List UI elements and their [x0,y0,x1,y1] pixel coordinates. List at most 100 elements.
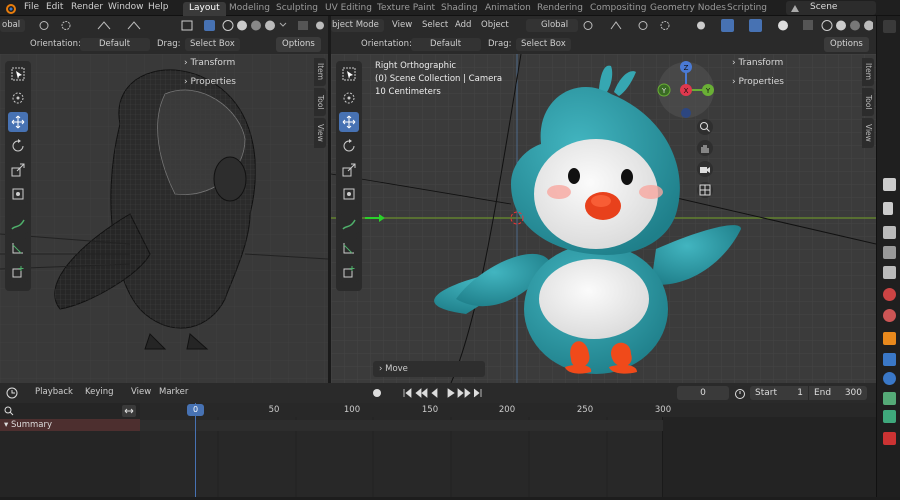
measure-tool[interactable] [8,238,28,258]
search-icon[interactable] [4,406,14,416]
tab-item[interactable]: Item [314,58,326,86]
transform-panel-header[interactable]: › Transform [732,54,783,72]
constraints-icon[interactable] [883,392,896,405]
editor-type-clock-icon[interactable] [6,387,18,399]
material-properties-icon[interactable] [883,432,896,445]
annotate-tool[interactable] [339,214,359,234]
tab-tool[interactable]: Tool [314,88,326,116]
blender-logo-icon[interactable] [4,2,16,14]
last-operator-panel[interactable]: › Move [373,361,485,377]
select-box-tool[interactable] [339,64,359,84]
wrench-icon[interactable] [883,202,893,215]
menu-keying[interactable]: Keying [85,386,114,399]
drag-dropdown[interactable]: Select Box [185,38,240,51]
rotate-tool[interactable] [339,136,359,156]
timeline-swap-icon[interactable] [122,405,136,417]
tab-tool[interactable]: Tool [862,88,874,116]
menu-marker[interactable]: Marker [159,386,188,399]
properties-panel-header[interactable]: › Properties [184,73,236,91]
move-tool[interactable] [339,112,359,132]
summary-channel[interactable]: ▾ Summary [0,419,140,431]
tab-animation[interactable]: Animation [479,2,537,16]
menu-file[interactable]: File [24,2,39,12]
tab-modeling[interactable]: Modeling [223,2,276,16]
tab-geometry-nodes[interactable]: Geometry Nodes [644,2,732,16]
current-frame-field[interactable]: 0 [677,386,729,400]
overlay-gizmo-icons[interactable] [693,18,874,33]
transform-tool[interactable] [339,184,359,204]
render-properties-icon[interactable] [883,226,896,239]
measure-tool[interactable] [339,238,359,258]
menu-view[interactable]: View [392,19,412,32]
tab-uv-editing[interactable]: UV Editing [319,2,378,16]
tab-layout[interactable]: Layout [183,2,226,16]
view-layer-icon[interactable] [883,266,896,279]
end-frame-field[interactable]: End 300 [809,386,867,400]
timeline-frames[interactable] [140,417,663,497]
menu-render[interactable]: Render [71,2,103,12]
add-cube-tool[interactable] [8,262,28,282]
playhead-frame[interactable]: 0 [187,404,204,416]
navigation-gizmo[interactable]: Z Y X Y [656,60,716,120]
physics-properties-icon[interactable] [883,372,896,385]
transform-panel-header[interactable]: › Transform [184,54,235,72]
camera-icon[interactable] [697,161,713,177]
tool-properties-icon[interactable] [883,178,896,191]
add-cube-tool[interactable] [339,262,359,282]
tab-texture-paint[interactable]: Texture Paint [371,2,441,16]
frame-ruler[interactable]: 50 100 150 200 250 300 [140,403,876,417]
menu-add[interactable]: Add [455,19,471,32]
playhead[interactable] [195,403,196,497]
outliner-filter-icon[interactable] [883,20,896,33]
tab-rendering[interactable]: Rendering [531,2,589,16]
tab-shading[interactable]: Shading [435,2,484,16]
zoom-icon[interactable] [697,119,713,135]
scene-properties-icon[interactable] [883,288,896,301]
orientation-dropdown[interactable]: Default [411,38,481,51]
right-viewport-canvas[interactable] [331,54,876,383]
tab-item[interactable]: Item [862,58,874,86]
object-properties-icon[interactable] [883,332,896,345]
tab-sculpting[interactable]: Sculpting [270,2,324,16]
menu-edit[interactable]: Edit [46,2,63,12]
mode-dropdown[interactable]: bject Mode [331,19,384,32]
scale-tool[interactable] [339,160,359,180]
move-tool[interactable] [8,112,28,132]
orientation-dropdown[interactable]: Default [80,38,150,51]
stopwatch-icon[interactable] [734,387,746,399]
drag-dropdown[interactable]: Select Box [516,38,571,51]
transform-space-dropdown[interactable]: Global [526,19,578,32]
options-button[interactable]: Options [824,37,869,52]
record-button[interactable] [373,389,381,397]
pan-hand-icon[interactable] [697,140,713,156]
menu-object[interactable]: Object [481,19,509,32]
rotate-tool[interactable] [8,136,28,156]
properties-panel-header[interactable]: › Properties [732,73,784,91]
left-viewport[interactable]: obal Orientation: Default Drag: Select B… [0,16,328,383]
options-button[interactable]: Options [276,37,321,52]
transform-orientation-dropdown[interactable]: obal [0,19,26,32]
tab-view[interactable]: View [314,118,326,148]
data-properties-icon[interactable] [883,410,896,423]
timeline-area[interactable]: ▾ Summary 50 100 150 200 250 300 0 [0,403,876,497]
snapping-tools[interactable] [36,19,156,32]
tab-scripting[interactable]: Scripting [721,2,773,16]
output-properties-icon[interactable] [883,246,896,259]
transform-tool[interactable] [8,184,28,204]
cursor-tool[interactable] [8,88,28,108]
playback-controls[interactable] [402,387,492,399]
menu-window[interactable]: Window [108,2,144,12]
tab-view[interactable]: View [862,118,874,148]
right-viewport[interactable]: bject Mode View Select Add Object Global… [331,16,876,383]
viewport-shading-icons[interactable] [180,19,328,32]
tab-compositing[interactable]: Compositing [584,2,652,16]
snap-proportional-icons[interactable] [581,19,681,32]
perspective-grid-icon[interactable] [697,182,713,198]
scene-selector[interactable]: Scene [786,1,876,15]
menu-help[interactable]: Help [148,2,169,12]
left-viewport-canvas[interactable] [0,54,328,383]
menu-playback[interactable]: Playback [35,386,73,399]
menu-select[interactable]: Select [422,19,448,32]
menu-view[interactable]: View [131,386,151,399]
cursor-tool[interactable] [339,88,359,108]
